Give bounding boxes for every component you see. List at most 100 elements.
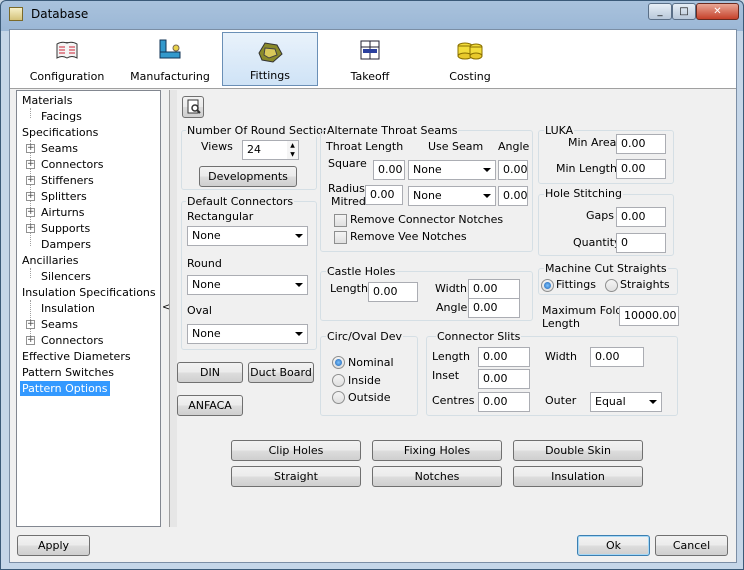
remove-vee-notches-checkbox[interactable]	[334, 231, 347, 244]
expand-stiffeners-icon[interactable]: +	[26, 176, 35, 185]
inside-radio[interactable]	[332, 374, 345, 387]
tree-item-pattern-switches[interactable]: Pattern Switches	[22, 365, 114, 380]
expand-supports-icon[interactable]: +	[26, 224, 35, 233]
slits-outer-select[interactable]: Equal	[590, 392, 662, 412]
square-label: Square	[328, 157, 367, 170]
remove-connector-notches-checkbox[interactable]	[334, 214, 347, 227]
minimize-button[interactable]: _	[648, 3, 672, 20]
slits-width-input[interactable]: 0.00	[590, 347, 644, 367]
expand-splitters-icon[interactable]: +	[26, 192, 35, 201]
use-seam-header: Use Seam	[428, 140, 484, 153]
tab-configuration[interactable]: Configuration	[20, 32, 114, 86]
radius-angle-input[interactable]: 0.00	[498, 186, 528, 206]
views-spinner[interactable]: ▲ ▼	[287, 140, 299, 160]
slits-centres-input[interactable]: 0.00	[478, 392, 530, 412]
square-angle-input[interactable]: 0.00	[498, 160, 528, 180]
ok-button[interactable]: Ok	[577, 535, 650, 556]
vertical-scrollbar[interactable]	[169, 90, 177, 527]
round-select[interactable]: None	[187, 275, 308, 295]
tab-costing[interactable]: Costing	[425, 32, 515, 86]
developments-button[interactable]: Developments	[199, 166, 297, 187]
min-length-input[interactable]: 0.00	[616, 159, 666, 179]
tab-fittings[interactable]: Fittings	[222, 32, 318, 86]
configuration-icon	[56, 41, 78, 59]
expand-connectors-icon[interactable]: +	[26, 160, 35, 169]
manufacturing-icon	[159, 39, 181, 59]
apply-button[interactable]: Apply	[17, 535, 90, 556]
tree-item-ancillaries[interactable]: Ancillaries	[22, 253, 79, 268]
tree-item-insulation[interactable]: Insulation	[41, 301, 95, 316]
notches-button[interactable]: Notches	[372, 466, 502, 487]
castle-length-input[interactable]: 0.00	[368, 282, 418, 302]
tree-item-airturns[interactable]: Airturns	[41, 205, 84, 220]
tree-item-facings[interactable]: Facings	[41, 109, 82, 124]
tree-item-insulation-connectors[interactable]: Connectors	[41, 333, 103, 348]
anfaca-button[interactable]: ANFACA	[177, 395, 243, 416]
max-fold-length-input[interactable]: 10000.00	[619, 306, 679, 326]
tree-item-materials[interactable]: Materials	[22, 93, 72, 108]
tree-item-insulation-specifications[interactable]: Insulation Specifications	[22, 285, 156, 300]
chevron-down-icon	[483, 168, 491, 172]
straights-radio[interactable]	[605, 279, 618, 292]
expand-insulation-connectors-icon[interactable]: +	[26, 336, 35, 345]
square-length-input[interactable]: 0.00	[373, 160, 405, 180]
tab-manufacturing[interactable]: Manufacturing	[120, 32, 220, 86]
rectangular-select[interactable]: None	[187, 226, 308, 246]
castle-angle-input[interactable]: 0.00	[468, 298, 520, 318]
tree-item-pattern-options[interactable]: Pattern Options	[20, 381, 110, 396]
radius-seam-select[interactable]: None	[408, 186, 496, 206]
panel-splitter[interactable]: <	[161, 90, 170, 527]
square-seam-select[interactable]: None	[408, 160, 496, 180]
cancel-button[interactable]: Cancel	[655, 535, 728, 556]
tree-item-dampers[interactable]: Dampers	[41, 237, 91, 252]
inside-label: Inside	[348, 374, 381, 387]
clip-holes-button[interactable]: Clip Holes	[231, 440, 361, 461]
mitred-label: Mitred	[331, 195, 366, 208]
oval-select[interactable]: None	[187, 324, 308, 344]
expand-insulation-seams-icon[interactable]: +	[26, 320, 35, 329]
quantity-input[interactable]: 0	[616, 233, 666, 253]
straight-button[interactable]: Straight	[231, 466, 361, 487]
tree-item-effective-diameters[interactable]: Effective Diameters	[22, 349, 131, 364]
tree-item-insulation-seams[interactable]: Seams	[41, 317, 78, 332]
tree-item-specifications[interactable]: Specifications	[22, 125, 98, 140]
gaps-input[interactable]: 0.00	[616, 207, 666, 227]
tree-item-splitters[interactable]: Splitters	[41, 189, 87, 204]
slits-length-input[interactable]: 0.00	[478, 347, 530, 367]
tab-manufacturing-label: Manufacturing	[130, 70, 210, 83]
connector-slits-title: Connector Slits	[436, 330, 522, 343]
views-label: Views	[201, 140, 233, 153]
castle-width-input[interactable]: 0.00	[468, 279, 520, 299]
expand-seams-icon[interactable]: +	[26, 144, 35, 153]
max-fold-label-line1: Maximum Fold	[542, 304, 623, 317]
nominal-radio[interactable]	[332, 356, 345, 369]
outside-radio[interactable]	[332, 391, 345, 404]
tree-item-connectors[interactable]: Connectors	[41, 157, 103, 172]
tree-item-stiffeners[interactable]: Stiffeners	[41, 173, 94, 188]
slits-inset-input[interactable]: 0.00	[478, 369, 530, 389]
tree-item-supports[interactable]: Supports	[41, 221, 90, 236]
close-button[interactable]: ✕	[696, 3, 739, 20]
tab-takeoff[interactable]: Takeoff	[325, 32, 415, 86]
title-bar: Database _ □ ✕	[1, 1, 743, 28]
angle-header: Angle	[498, 140, 530, 153]
radius-length-input[interactable]: 0.00	[365, 185, 403, 205]
min-area-input[interactable]: 0.00	[616, 134, 666, 154]
takeoff-icon	[360, 40, 380, 60]
database-window: Database _ □ ✕ Configuration Manufacturi…	[0, 0, 744, 570]
din-button[interactable]: DIN	[177, 362, 243, 383]
double-skin-button[interactable]: Double Skin	[513, 440, 643, 461]
expand-airturns-icon[interactable]: +	[26, 208, 35, 217]
insulation-button[interactable]: Insulation	[513, 466, 643, 487]
tree-item-seams[interactable]: Seams	[41, 141, 78, 156]
fixing-holes-button[interactable]: Fixing Holes	[372, 440, 502, 461]
database-icon	[9, 7, 23, 21]
fittings-radio[interactable]	[541, 279, 554, 292]
duct-board-button[interactable]: Duct Board	[248, 362, 314, 383]
chevron-down-icon	[295, 283, 303, 287]
maximize-button[interactable]: □	[672, 3, 696, 20]
tree-item-silencers[interactable]: Silencers	[41, 269, 91, 284]
castle-holes-title: Castle Holes	[326, 265, 397, 278]
preview-button[interactable]	[182, 96, 204, 118]
views-input[interactable]: 24	[242, 140, 288, 160]
